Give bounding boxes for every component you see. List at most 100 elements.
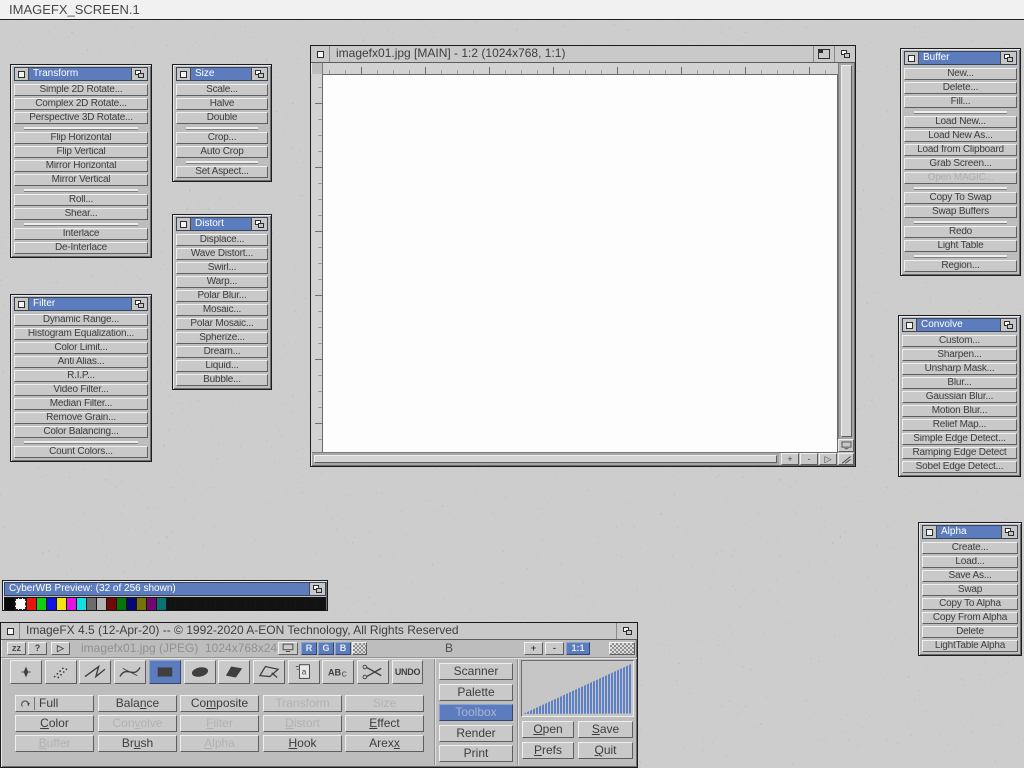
arexx-button[interactable]: Arexx: [345, 735, 424, 752]
polygon-tool[interactable]: [218, 660, 250, 684]
set-aspect-button[interactable]: Set Aspect...: [176, 166, 268, 178]
vertical-scrollbar-thumb[interactable]: [841, 65, 852, 437]
dream-button[interactable]: Dream...: [176, 346, 268, 358]
color-swatch[interactable]: [57, 598, 66, 610]
polar-mosaic-button[interactable]: Polar Mosaic...: [176, 318, 268, 330]
close-gadget[interactable]: [177, 218, 191, 230]
ellipse-tool[interactable]: [184, 660, 216, 684]
r-channel-button[interactable]: R: [301, 642, 317, 655]
load-new-button[interactable]: Load New...: [904, 116, 1017, 128]
ramping-edge-detect-button[interactable]: Ramping Edge Detect: [902, 447, 1017, 459]
toolbox-button[interactable]: Toolbox: [439, 704, 513, 721]
color-swatch[interactable]: [147, 598, 156, 610]
gaussian-blur-button[interactable]: Gaussian Blur...: [902, 391, 1017, 403]
resize-gadget[interactable]: [838, 453, 854, 465]
line-tool[interactable]: [79, 660, 111, 684]
zoom-out-button[interactable]: -: [545, 642, 564, 655]
depth-gadget[interactable]: [1000, 319, 1016, 331]
swap-buffers-button[interactable]: Swap Buffers: [904, 206, 1017, 218]
crop-button[interactable]: Crop...: [176, 132, 268, 144]
color-swatch[interactable]: [37, 598, 46, 610]
region-button[interactable]: Region...: [904, 260, 1017, 272]
palette-button[interactable]: Palette: [439, 684, 513, 701]
color-swatch[interactable]: [286, 598, 295, 610]
delete-button[interactable]: Delete: [922, 626, 1018, 638]
box-tool[interactable]: [149, 660, 181, 684]
swap-button[interactable]: Swap: [922, 584, 1018, 596]
zoom-in-button[interactable]: +: [781, 453, 799, 465]
composite-button[interactable]: Composite: [180, 695, 259, 712]
video-filter-button[interactable]: Video Filter...: [14, 384, 148, 396]
color-swatch[interactable]: [107, 598, 116, 610]
close-gadget[interactable]: [15, 298, 29, 310]
color-swatch[interactable]: [316, 598, 325, 610]
color-swatch[interactable]: [117, 598, 126, 610]
color-swatch[interactable]: [266, 598, 275, 610]
effect-button[interactable]: Effect: [345, 715, 424, 732]
palette-titlebar[interactable]: Alpha: [922, 525, 1018, 539]
depth-gadget[interactable]: [251, 68, 267, 80]
close-gadget[interactable]: [177, 68, 191, 80]
auto-crop-button[interactable]: Auto Crop: [176, 146, 268, 158]
full-button[interactable]: Full: [15, 695, 94, 712]
close-gadget[interactable]: [923, 526, 937, 538]
liquid-button[interactable]: Liquid...: [176, 360, 268, 372]
screen-titlebar[interactable]: IMAGEFX_SCREEN.1: [0, 0, 1024, 20]
open-button[interactable]: Open: [522, 721, 574, 738]
help-button[interactable]: ?: [28, 642, 47, 655]
palette-titlebar[interactable]: Distort: [176, 217, 268, 231]
brush-button[interactable]: Brush: [98, 735, 177, 752]
swirl-button[interactable]: Swirl...: [176, 262, 268, 274]
flip-horizontal-button[interactable]: Flip Horizontal: [14, 132, 148, 144]
zoom-gadget[interactable]: [813, 46, 834, 62]
delete-button[interactable]: Delete...: [904, 82, 1017, 94]
blur-button[interactable]: Blur...: [902, 377, 1017, 389]
depth-gadget[interactable]: [131, 68, 147, 80]
color-swatch[interactable]: [27, 598, 36, 610]
close-gadget[interactable]: [311, 46, 330, 62]
grab-screen-button[interactable]: Grab Screen...: [904, 158, 1017, 170]
flip-vertical-button[interactable]: Flip Vertical: [14, 146, 148, 158]
alpha-channel-button[interactable]: [352, 642, 367, 655]
close-gadget[interactable]: [15, 68, 29, 80]
screen-mode-button[interactable]: [838, 439, 854, 452]
simple-2d-rotate-button[interactable]: Simple 2D Rotate...: [14, 84, 148, 96]
polar-blur-button[interactable]: Polar Blur...: [176, 290, 268, 302]
copy-to-swap-button[interactable]: Copy To Swap: [904, 192, 1017, 204]
color-swatch[interactable]: [87, 598, 96, 610]
color-swatch[interactable]: [216, 598, 225, 610]
color-balancing-button[interactable]: Color Balancing...: [14, 426, 148, 438]
roll-button[interactable]: Roll...: [14, 194, 148, 206]
undo-button[interactable]: UNDO: [392, 660, 423, 684]
hook-button[interactable]: Hook: [263, 735, 342, 752]
palette-titlebar[interactable]: Filter: [14, 297, 148, 311]
fill-button[interactable]: Fill...: [904, 96, 1017, 108]
copy-to-alpha-button[interactable]: Copy To Alpha: [922, 598, 1018, 610]
preview-titlebar[interactable]: CyberWB Preview: (32 of 256 shown): [4, 582, 326, 596]
redo-button[interactable]: Redo: [904, 226, 1017, 238]
color-swatch[interactable]: [67, 598, 76, 610]
close-gadget[interactable]: [903, 319, 917, 331]
light-table-button[interactable]: Light Table: [904, 240, 1017, 252]
save-button[interactable]: Save: [578, 721, 633, 738]
color-swatch[interactable]: [15, 598, 26, 610]
perspective-3d-rotate-button[interactable]: Perspective 3D Rotate...: [14, 112, 148, 124]
save-as-button[interactable]: Save As...: [922, 570, 1018, 582]
custom-button[interactable]: Custom...: [902, 335, 1017, 347]
close-gadget[interactable]: [1, 623, 20, 639]
depth-gadget[interactable]: [309, 583, 325, 595]
fill-tag-tool[interactable]: a: [288, 660, 320, 684]
scale-button[interactable]: Scale...: [176, 84, 268, 96]
color-swatch[interactable]: [186, 598, 195, 610]
count-colors-button[interactable]: Count Colors...: [14, 446, 148, 458]
color-swatch[interactable]: [256, 598, 265, 610]
mosaic-button[interactable]: Mosaic...: [176, 304, 268, 316]
point-tool[interactable]: [10, 660, 42, 684]
airbrush-tool[interactable]: [45, 660, 77, 684]
image-window-titlebar[interactable]: imagefx01.jpg [MAIN] - 1:2 (1024x768, 1:…: [311, 46, 855, 63]
complex-2d-rotate-button[interactable]: Complex 2D Rotate...: [14, 98, 148, 110]
color-swatch[interactable]: [137, 598, 146, 610]
pan-button[interactable]: ▷: [819, 453, 837, 465]
palette-titlebar[interactable]: Transform: [14, 67, 148, 81]
palette-titlebar[interactable]: Size: [176, 67, 268, 81]
